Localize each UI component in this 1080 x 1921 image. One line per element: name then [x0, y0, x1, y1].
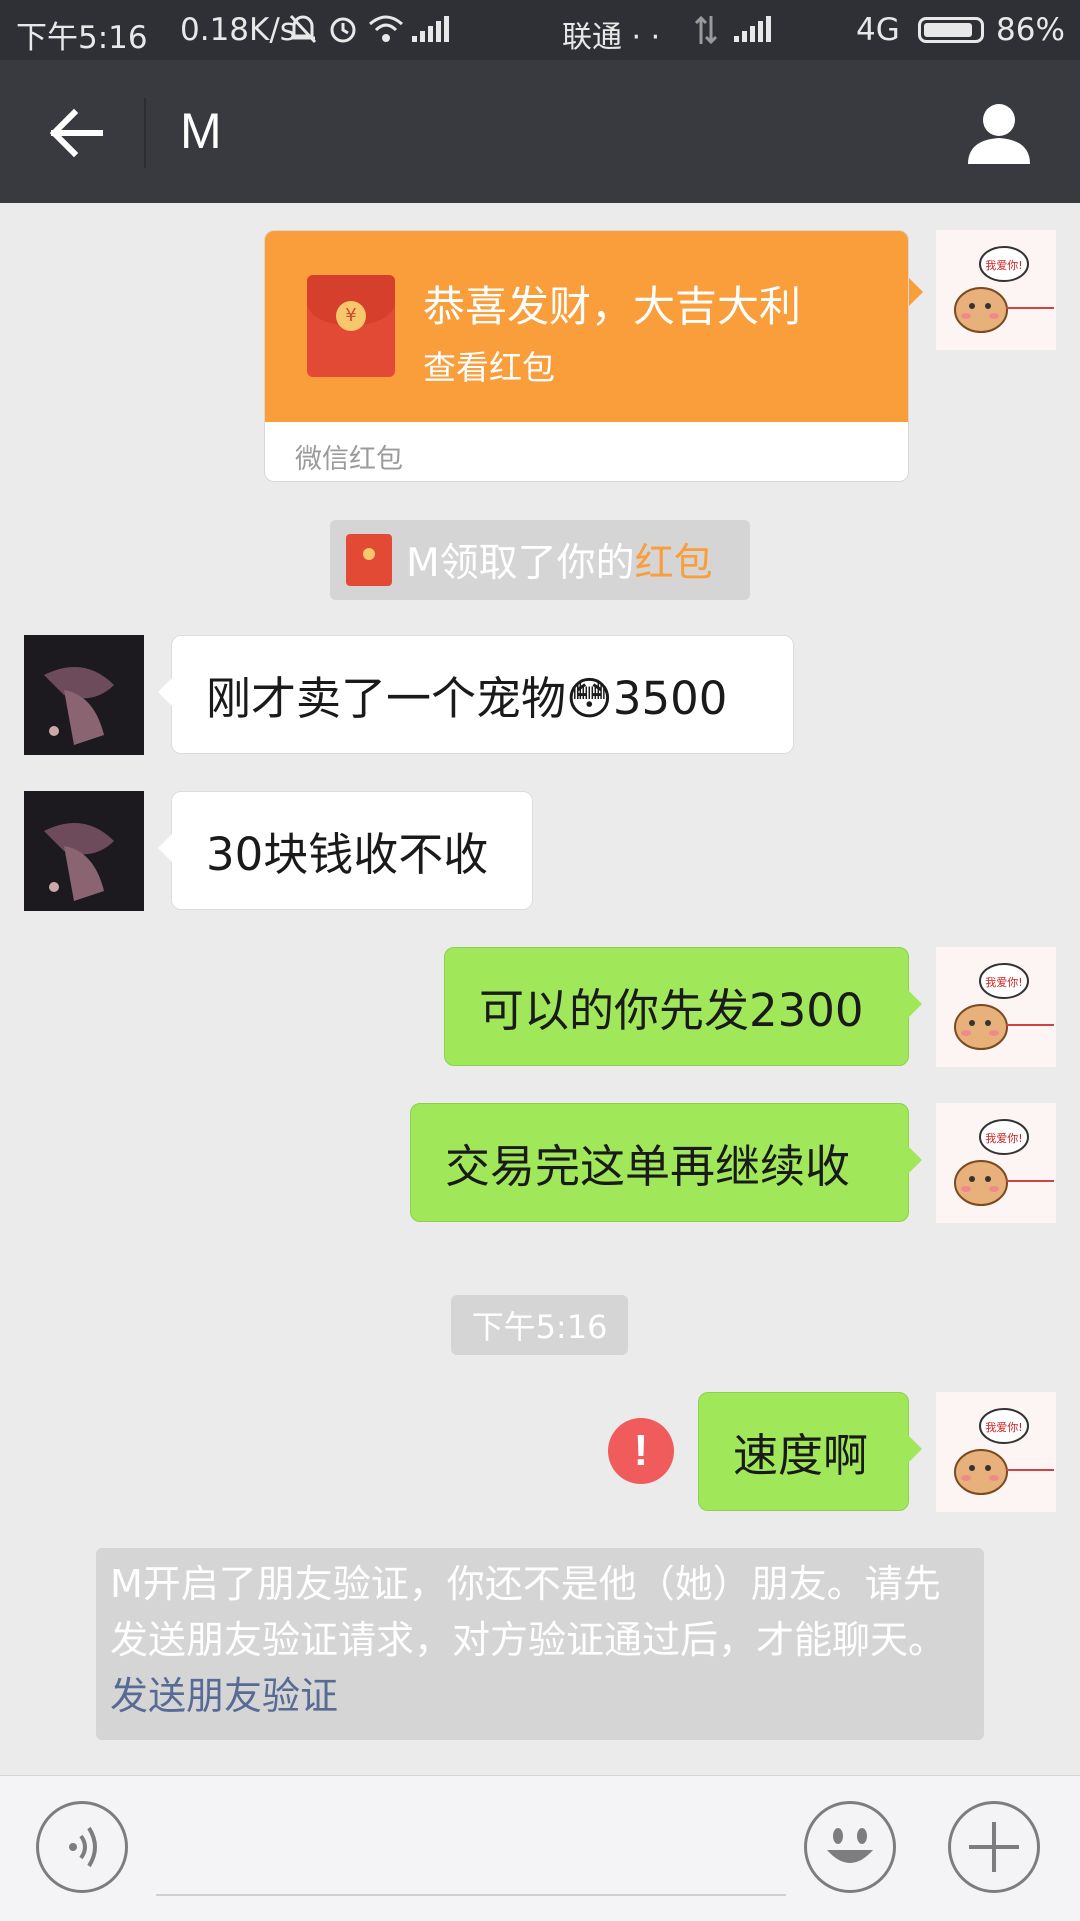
status-time: 下午5:16	[16, 20, 148, 56]
profile-icon	[968, 104, 1030, 164]
wifi-icon	[369, 15, 403, 42]
message-bubble-outgoing[interactable]: 交易完这单再继续收	[410, 1103, 922, 1222]
avatar-caption: 我爱你!	[985, 1132, 1022, 1145]
avatar-caption: 我爱你!	[985, 259, 1022, 272]
message-bubble-incoming[interactable]: 刚才卖了一个宠物😳3500	[158, 635, 794, 754]
my-avatar[interactable]: 我爱你!	[936, 1392, 1056, 1512]
error-icon[interactable]: !	[608, 1418, 674, 1484]
red-packet-subtitle: 查看红包	[423, 348, 555, 387]
red-packet-icon: ¥	[307, 275, 395, 377]
signal-icon	[412, 16, 450, 42]
avatar-caption: 我爱你!	[985, 1421, 1022, 1434]
status-bar: 下午5:16 0.18K/s 联通 · · 4G 86%	[0, 0, 1080, 60]
red-packet-small-icon	[346, 534, 392, 586]
title-divider	[144, 98, 146, 168]
red-packet-coin: ¥	[336, 301, 366, 331]
more-button[interactable]	[948, 1801, 1040, 1893]
red-packet-received-notice: M领取了你的 红包	[330, 520, 750, 600]
data-transfer-icon	[694, 15, 718, 45]
network-type: 4G	[856, 12, 900, 48]
contact-photo	[24, 791, 144, 911]
send-verification-link[interactable]: 发送朋友验证	[110, 1674, 338, 1718]
contact-photo	[24, 635, 144, 755]
cat-avatar-icon: 我爱你!	[954, 963, 1054, 1050]
input-bar	[0, 1775, 1080, 1921]
plus-icon	[969, 1822, 1019, 1872]
title-bar: M	[0, 60, 1080, 203]
my-avatar[interactable]: 我爱你!	[936, 947, 1056, 1067]
profile-button[interactable]	[960, 96, 1040, 171]
notice-text: M领取了你的	[406, 541, 635, 586]
message-timestamp: 下午5:16	[451, 1295, 628, 1355]
verification-text: M开启了朋友验证，你还不是他（她）朋友。请先发送朋友验证请求，对方验证通过后，才…	[110, 1562, 947, 1662]
cat-avatar-icon: 我爱你!	[954, 1119, 1054, 1206]
emoji-icon	[827, 1828, 873, 1863]
friend-verification-notice: M开启了朋友验证，你还不是他（她）朋友。请先发送朋友验证请求，对方验证通过后，才…	[96, 1548, 984, 1740]
chat-title: M	[180, 103, 222, 159]
my-avatar[interactable]: 我爱你!	[936, 1103, 1056, 1223]
mute-bell-icon	[289, 14, 317, 44]
red-packet-message[interactable]: ¥ 恭喜发财，大吉大利 查看红包 微信红包	[264, 230, 909, 482]
message-bubble-incoming[interactable]: 30块钱收不收	[158, 791, 533, 910]
voice-button[interactable]	[36, 1801, 128, 1893]
voice-icon	[69, 1826, 97, 1868]
red-packet-tail	[909, 278, 923, 306]
signal-icon-2	[734, 16, 772, 42]
notice-red-packet-link[interactable]: 红包	[635, 532, 713, 588]
contact-avatar[interactable]	[24, 791, 144, 911]
contact-avatar[interactable]	[24, 635, 144, 755]
back-arrow-icon	[49, 108, 103, 158]
message-input[interactable]	[156, 1796, 786, 1896]
status-speed: 0.18K/s	[180, 12, 296, 48]
my-avatar[interactable]: 我爱你!	[936, 230, 1056, 350]
back-button[interactable]	[28, 90, 118, 175]
message-bubble-outgoing-failed[interactable]: 速度啊	[698, 1392, 922, 1511]
avatar-caption: 我爱你!	[985, 976, 1022, 989]
battery-icon	[918, 17, 984, 43]
red-packet-footer: 微信红包	[295, 444, 403, 475]
cat-avatar-icon: 我爱你!	[954, 1408, 1054, 1495]
red-packet-title: 恭喜发财，大吉大利	[423, 282, 802, 331]
cat-avatar-icon: 我爱你!	[954, 246, 1054, 333]
message-bubble-outgoing[interactable]: 可以的你先发2300	[444, 947, 922, 1066]
alarm-icon	[330, 17, 356, 43]
carrier-name: 联通 · ·	[562, 20, 661, 55]
battery-percent: 86%	[996, 12, 1065, 48]
red-packet-body: ¥ 恭喜发财，大吉大利 查看红包	[265, 231, 908, 422]
emoji-button[interactable]	[804, 1801, 896, 1893]
